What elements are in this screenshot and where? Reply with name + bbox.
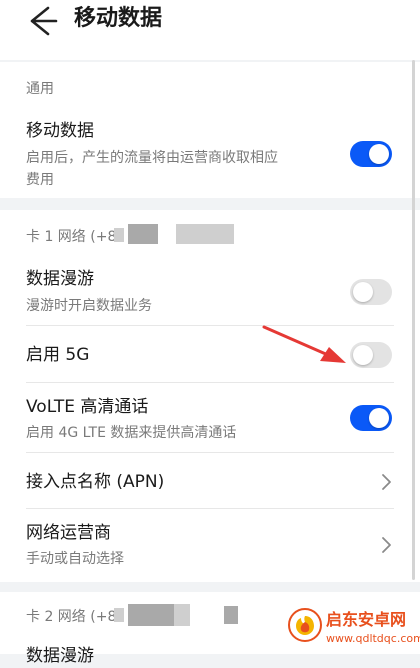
toggle-knob — [369, 408, 389, 428]
sim1-card: 卡 1 网络 (+8 数据漫游 漫游时开启数据业务 启用 5G VoLTE 高清… — [0, 210, 420, 582]
scrollbar[interactable] — [412, 60, 415, 580]
toggle-knob — [353, 345, 373, 365]
section-label-sim1: 卡 1 网络 (+8 — [26, 229, 117, 245]
apn-title: 接入点名称 (APN) — [26, 472, 165, 492]
chevron-right-icon — [382, 537, 391, 553]
page-title: 移动数据 — [74, 6, 163, 31]
sim2-data-roaming-title: 数据漫游 — [26, 646, 94, 666]
redacted-number-block — [128, 224, 158, 244]
redacted-number-block — [174, 604, 190, 626]
watermark-logo-icon — [288, 608, 322, 642]
volte-title: VoLTE 高清通话 — [26, 397, 149, 417]
toggle-knob — [353, 282, 373, 302]
data-roaming-title: 数据漫游 — [26, 269, 94, 289]
watermark: 启东安卓网 www.qdltdqc.com — [282, 606, 420, 652]
carrier-subtitle: 手动或自动选择 — [26, 551, 124, 567]
section-label-sim2: 卡 2 网络 (+8 — [26, 609, 117, 625]
mobile-data-title: 移动数据 — [26, 121, 94, 141]
back-arrow-icon[interactable] — [22, 4, 62, 38]
watermark-url: www.qdltdqc.com — [326, 632, 420, 645]
mobile-data-toggle[interactable] — [350, 141, 392, 167]
mobile-data-subtitle-line2: 费用 — [26, 172, 54, 188]
watermark-name: 启东安卓网 — [326, 610, 407, 629]
data-roaming-subtitle: 漫游时开启数据业务 — [26, 298, 152, 314]
chevron-right-icon — [382, 474, 391, 490]
section-label-general: 通用 — [26, 81, 54, 97]
app-bar: 移动数据 — [0, 0, 420, 60]
enable-5g-toggle[interactable] — [350, 342, 392, 368]
enable-5g-title: 启用 5G — [26, 345, 90, 365]
redacted-number-block — [114, 608, 124, 622]
volte-toggle[interactable] — [350, 405, 392, 431]
divider — [26, 382, 394, 383]
divider — [26, 508, 394, 509]
general-card: 通用 移动数据 启用后，产生的流量将由运营商收取相应 费用 — [0, 62, 420, 198]
volte-subtitle: 启用 4G LTE 数据来提供高清通话 — [26, 425, 237, 441]
carrier-title: 网络运营商 — [26, 523, 111, 543]
mobile-data-subtitle-line1: 启用后，产生的流量将由运营商收取相应 — [26, 150, 278, 166]
annotation-arrow-icon — [262, 325, 346, 363]
data-roaming-toggle[interactable] — [350, 279, 392, 305]
redacted-number-block — [176, 224, 234, 244]
redacted-number-block — [128, 604, 174, 626]
divider — [26, 452, 394, 453]
toggle-knob — [369, 144, 389, 164]
redacted-number-block — [114, 228, 124, 242]
redacted-number-block — [224, 606, 238, 624]
